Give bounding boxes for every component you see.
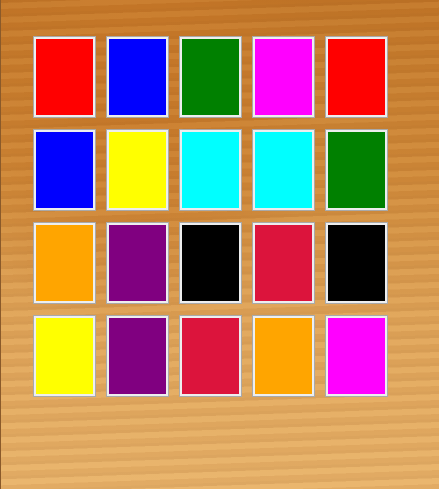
card-r2-c4[interactable] <box>252 129 315 211</box>
card-face <box>255 225 312 301</box>
card-face <box>36 225 93 301</box>
card-face <box>255 39 312 115</box>
card-r3-c1[interactable] <box>33 222 96 304</box>
card-face <box>182 318 239 394</box>
card-r2-c5[interactable] <box>325 129 388 211</box>
card-r1-c3[interactable] <box>179 36 242 118</box>
card-r4-c5[interactable] <box>325 315 388 397</box>
card-r3-c3[interactable] <box>179 222 242 304</box>
card-face <box>182 225 239 301</box>
card-r4-c1[interactable] <box>33 315 96 397</box>
game-board <box>0 0 439 489</box>
card-face <box>255 132 312 208</box>
card-r1-c1[interactable] <box>33 36 96 118</box>
card-face <box>36 318 93 394</box>
card-face <box>109 318 166 394</box>
card-face <box>328 132 385 208</box>
card-r2-c3[interactable] <box>179 129 242 211</box>
card-r3-c5[interactable] <box>325 222 388 304</box>
card-face <box>36 39 93 115</box>
card-face <box>109 39 166 115</box>
card-r3-c4[interactable] <box>252 222 315 304</box>
card-r3-c2[interactable] <box>106 222 169 304</box>
card-face <box>182 132 239 208</box>
card-face <box>328 225 385 301</box>
card-r4-c2[interactable] <box>106 315 169 397</box>
card-face <box>328 318 385 394</box>
card-r2-c2[interactable] <box>106 129 169 211</box>
card-r2-c1[interactable] <box>33 129 96 211</box>
card-face <box>182 39 239 115</box>
card-face <box>109 225 166 301</box>
card-r4-c4[interactable] <box>252 315 315 397</box>
card-face <box>255 318 312 394</box>
card-r1-c4[interactable] <box>252 36 315 118</box>
card-r1-c5[interactable] <box>325 36 388 118</box>
card-face <box>109 132 166 208</box>
card-face <box>328 39 385 115</box>
card-r4-c3[interactable] <box>179 315 242 397</box>
card-face <box>36 132 93 208</box>
card-r1-c2[interactable] <box>106 36 169 118</box>
